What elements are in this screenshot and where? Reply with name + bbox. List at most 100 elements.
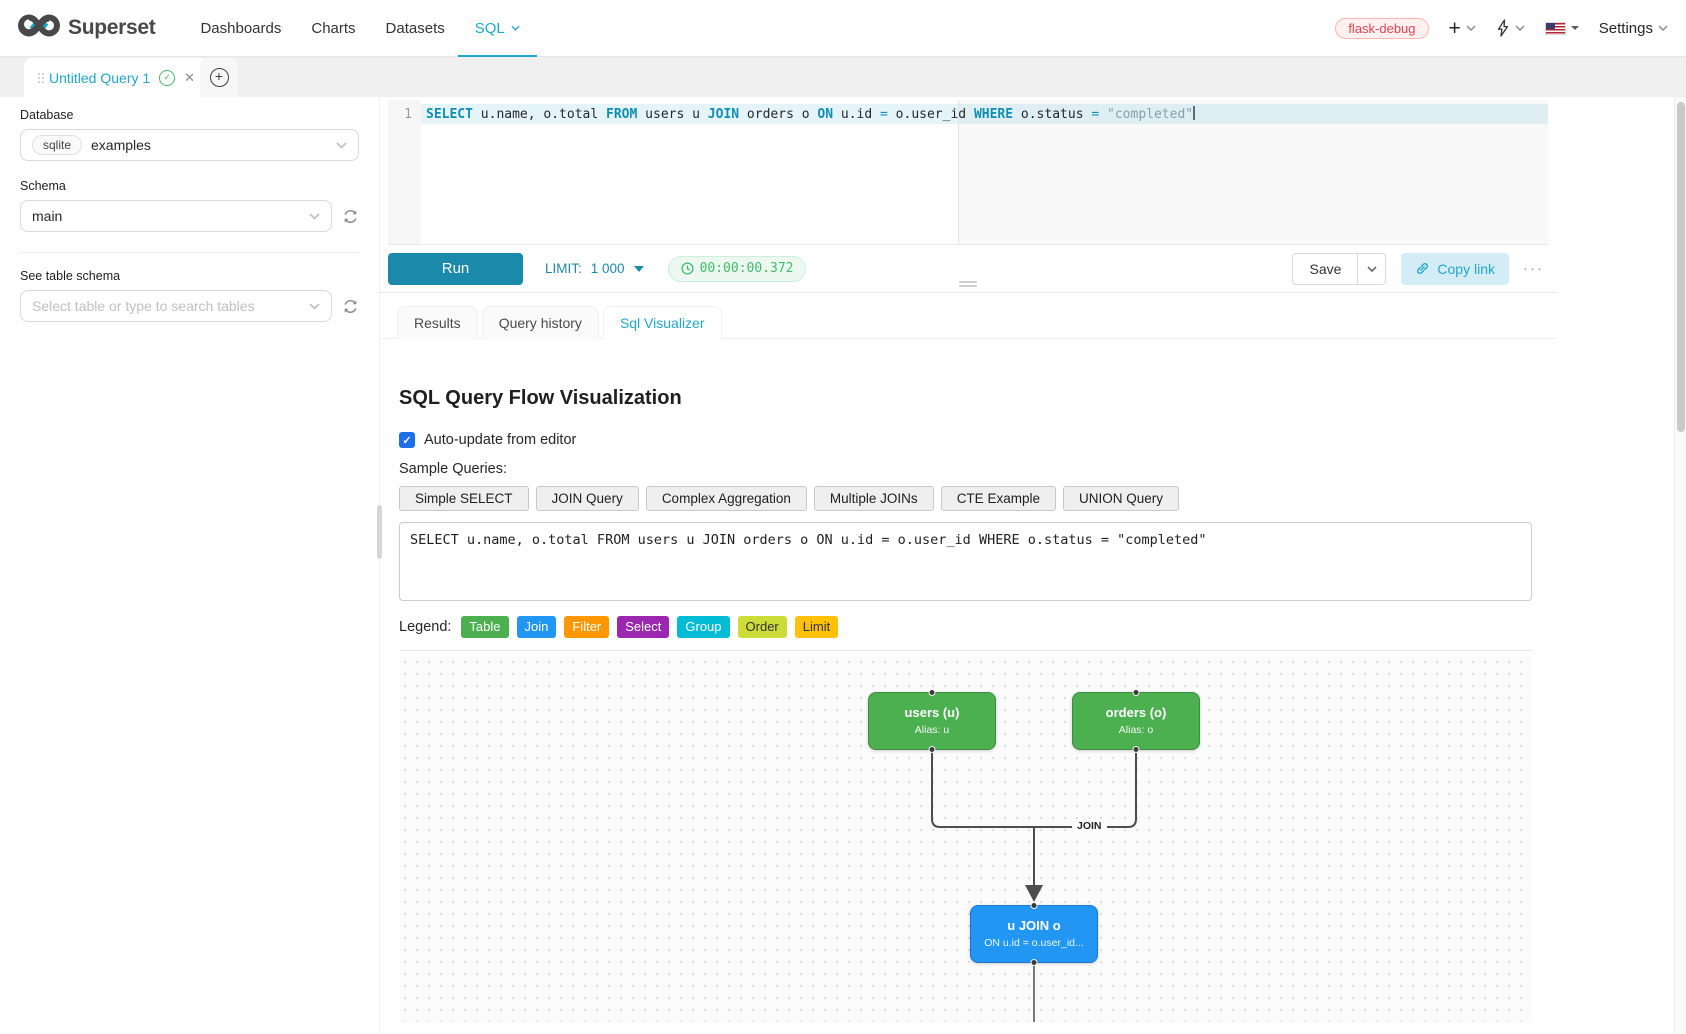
- editor-toolbar: Run LIMIT: 1 000 00:00:00.372 Save Copy …: [380, 245, 1556, 293]
- copy-link-button[interactable]: Copy link: [1401, 253, 1509, 285]
- node-handle-top[interactable]: [1031, 902, 1038, 909]
- node-handle-bottom[interactable]: [929, 746, 936, 753]
- tab-results[interactable]: Results: [397, 306, 478, 339]
- sql-token: WHERE: [974, 107, 1013, 122]
- run-button[interactable]: Run: [388, 253, 523, 285]
- visualizer-sql-input[interactable]: SELECT u.name, o.total FROM users u JOIN…: [399, 522, 1532, 601]
- limit-dropdown[interactable]: LIMIT: 1 000: [545, 261, 644, 276]
- tab-query-history[interactable]: Query history: [482, 306, 599, 339]
- query-search-button[interactable]: [1496, 19, 1525, 37]
- drag-dots-icon: [38, 73, 40, 75]
- database-select-value: examples: [91, 137, 151, 153]
- node-title: u JOIN o: [971, 918, 1097, 933]
- flow-node-join-node[interactable]: u JOIN oON u.id = o.user_id...: [970, 905, 1098, 963]
- refresh-tables-icon[interactable]: [342, 298, 359, 315]
- sql-token: SELECT: [426, 107, 473, 122]
- nav-item-dashboards[interactable]: Dashboards: [185, 0, 296, 57]
- tab-sql-visualizer[interactable]: Sql Visualizer: [603, 306, 722, 339]
- us-flag-icon: [1545, 22, 1566, 35]
- sql-visualizer-pane: SQL Query Flow Visualization ✓ Auto-upda…: [380, 387, 1556, 1022]
- line-number: 1: [404, 107, 412, 122]
- new-tab-button[interactable]: +: [210, 68, 229, 87]
- limit-label: LIMIT:: [545, 261, 582, 276]
- sample-query-union-query[interactable]: UNION Query: [1063, 486, 1179, 511]
- chevron-down-icon: [1515, 25, 1525, 31]
- sql-token: =: [880, 107, 888, 122]
- superset-logo[interactable]: Superset: [18, 12, 155, 45]
- node-handle-top[interactable]: [929, 689, 936, 696]
- node-subtitle: Alias: u: [869, 724, 995, 736]
- sample-queries-label: Sample Queries:: [399, 461, 1532, 477]
- page-scrollbar[interactable]: [1674, 57, 1686, 1034]
- chevron-down-icon: [1658, 25, 1668, 31]
- saved-check-icon: ✓: [159, 70, 175, 86]
- text-cursor: [1193, 106, 1195, 120]
- query-tab-active[interactable]: Untitled Query 1 ✓ ✕: [24, 58, 209, 97]
- auto-update-checkbox[interactable]: ✓: [399, 432, 415, 448]
- sql-token: "completed": [1107, 107, 1193, 122]
- legend-badge-select: Select: [617, 616, 669, 638]
- settings-menu[interactable]: Settings: [1599, 20, 1668, 37]
- chevron-down-icon: [511, 25, 520, 31]
- clock-icon: [681, 262, 694, 275]
- refresh-schemas-icon[interactable]: [342, 208, 359, 225]
- sql-editor[interactable]: 1 SELECT u.name, o.total FROM users u JO…: [388, 100, 1548, 245]
- schema-select[interactable]: main: [20, 200, 332, 232]
- close-tab-icon[interactable]: ✕: [184, 70, 195, 86]
- sqllab-sidebar: Database sqlite examples Schema main See…: [0, 97, 380, 1034]
- sql-token: users u: [637, 107, 707, 122]
- table-schema-label: See table schema: [20, 269, 359, 283]
- database-select[interactable]: sqlite examples: [20, 129, 359, 161]
- node-handle-bottom[interactable]: [1133, 746, 1140, 753]
- nav-item-charts[interactable]: Charts: [296, 0, 370, 57]
- results-panel: ResultsQuery historySql Visualizer SQL Q…: [380, 293, 1556, 1022]
- top-navbar: Superset Dashboards Charts Datasets SQL fla…: [0, 0, 1686, 57]
- environment-badge: flask-debug: [1335, 18, 1428, 39]
- sql-token: u.id: [833, 107, 880, 122]
- plus-icon: +: [1449, 18, 1461, 39]
- nav-item-sql[interactable]: SQL: [460, 0, 535, 57]
- sql-token: o.user_id: [888, 107, 974, 122]
- table-select[interactable]: Select table or type to search tables: [20, 290, 332, 322]
- node-handle-top[interactable]: [1133, 689, 1140, 696]
- node-handle-bottom[interactable]: [1031, 959, 1038, 966]
- flow-node-table-orders[interactable]: orders (o)Alias: o: [1072, 692, 1200, 750]
- add-menu-button[interactable]: +: [1449, 18, 1476, 39]
- flow-canvas[interactable]: JOIN users (u)Alias: uorders (o)Alias: o…: [399, 656, 1532, 1022]
- sample-query-join-query[interactable]: JOIN Query: [536, 486, 639, 511]
- limit-value: 1 000: [591, 261, 625, 276]
- language-picker[interactable]: [1545, 22, 1579, 35]
- nav-item-datasets[interactable]: Datasets: [371, 0, 460, 57]
- caret-down-icon: [1571, 26, 1579, 30]
- results-panel-tabs: ResultsQuery historySql Visualizer: [380, 293, 1556, 339]
- node-title: orders (o): [1073, 705, 1199, 720]
- nav-item-label: SQL: [475, 20, 505, 37]
- database-label: Database: [20, 108, 359, 122]
- scrollbar-thumb[interactable]: [1677, 102, 1685, 432]
- more-actions-button[interactable]: ···: [1523, 260, 1544, 277]
- chevron-down-icon: [1367, 266, 1377, 272]
- sample-query-multiple-joins[interactable]: Multiple JOINs: [814, 486, 934, 511]
- query-tab-strip: Untitled Query 1 ✓ ✕ +: [0, 57, 1686, 97]
- sample-query-complex-aggregation[interactable]: Complex Aggregation: [646, 486, 807, 511]
- pane-resize-handle[interactable]: [959, 281, 977, 287]
- legend-label: Legend:: [399, 619, 451, 635]
- legend-badge-filter: Filter: [564, 616, 609, 638]
- chevron-down-icon: [1466, 25, 1476, 31]
- sidebar-resize-handle[interactable]: [377, 505, 382, 559]
- sql-token: FROM: [606, 107, 637, 122]
- nav-item-label: Datasets: [386, 20, 445, 37]
- flow-node-table-users[interactable]: users (u)Alias: u: [868, 692, 996, 750]
- chevron-down-icon: [309, 213, 320, 220]
- legend-row: Legend: TableJoinFilterSelectGroupOrderL…: [399, 616, 1532, 638]
- sample-query-cte-example[interactable]: CTE Example: [941, 486, 1056, 511]
- sample-query-simple-select[interactable]: Simple SELECT: [399, 486, 529, 511]
- schema-select-value: main: [32, 208, 62, 224]
- database-engine-badge: sqlite: [32, 135, 82, 155]
- save-dropdown-button[interactable]: [1358, 253, 1386, 285]
- legend-badge-table: Table: [461, 616, 508, 638]
- editor-code-area[interactable]: SELECT u.name, o.total FROM users u JOIN…: [421, 100, 1548, 244]
- save-button[interactable]: Save: [1292, 253, 1358, 285]
- nav-item-label: Dashboards: [200, 20, 281, 37]
- chevron-down-icon: [336, 142, 347, 149]
